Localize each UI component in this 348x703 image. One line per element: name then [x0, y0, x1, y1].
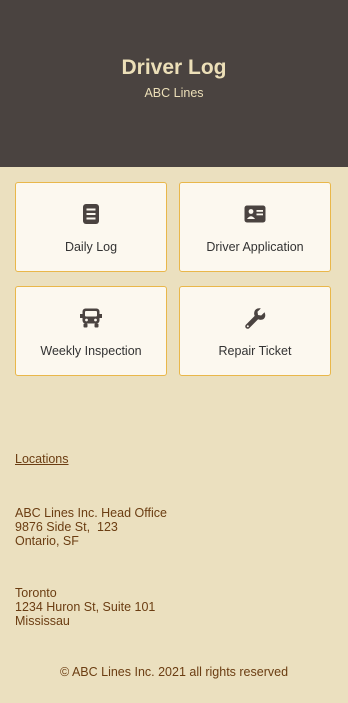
- driver-application-label: Driver Application: [206, 240, 304, 254]
- address-line: Ontario, SF: [15, 534, 79, 548]
- address-line: Mississau: [15, 614, 70, 628]
- truck-icon: [80, 308, 102, 328]
- page-title: Driver Log: [121, 55, 227, 79]
- head-office-address: ABC Lines Inc. Head Office 9876 Side St,…: [15, 506, 167, 548]
- wrench-icon: [245, 308, 266, 329]
- company-subtitle: ABC Lines: [144, 85, 204, 100]
- daily-log-label: Daily Log: [64, 240, 118, 254]
- driver-application-card[interactable]: Driver Application: [179, 182, 331, 272]
- menu-grid: Daily Log Driver Application Weekly Insp…: [0, 167, 348, 387]
- address-line: ABC Lines Inc. Head Office: [15, 506, 167, 520]
- id-card-icon: [244, 205, 266, 223]
- locations-link[interactable]: Locations: [15, 452, 69, 466]
- copyright-footer: © ABC Lines Inc. 2021 all rights reserve…: [59, 665, 289, 679]
- weekly-inspection-card[interactable]: Weekly Inspection: [15, 286, 167, 376]
- daily-log-card[interactable]: Daily Log: [15, 182, 167, 272]
- address-line: 9876 Side St, 123: [15, 520, 118, 534]
- repair-ticket-label: Repair Ticket: [218, 344, 292, 358]
- app-header: Driver Log ABC Lines: [0, 0, 348, 167]
- repair-ticket-card[interactable]: Repair Ticket: [179, 286, 331, 376]
- address-line: 1234 Huron St, Suite 101: [15, 600, 156, 614]
- address-line: Toronto: [15, 586, 57, 600]
- list-icon: [83, 204, 99, 224]
- toronto-address: Toronto 1234 Huron St, Suite 101 Mississ…: [15, 586, 155, 628]
- weekly-inspection-label: Weekly Inspection: [40, 344, 142, 358]
